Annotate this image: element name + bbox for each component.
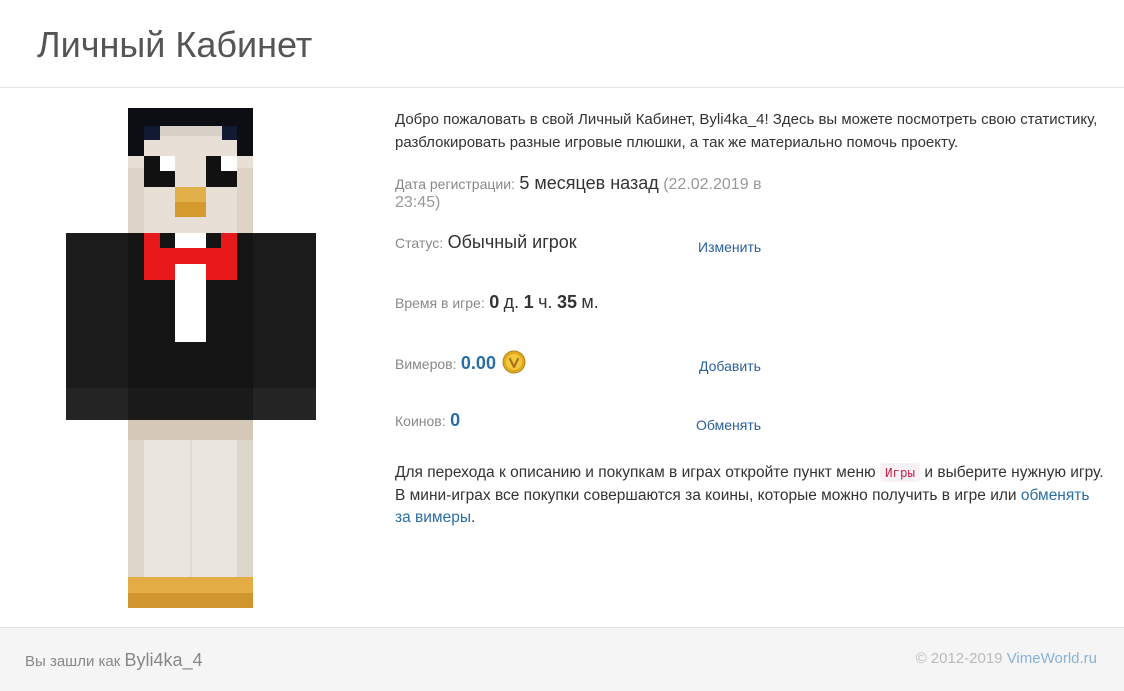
welcome-prefix: Добро пожаловать в свой Личный Кабинет, <box>395 111 700 128</box>
vimers-value: 0.00 <box>460 353 496 373</box>
playtime-label: Время в игре: <box>395 295 485 311</box>
page-header: Личный Кабинет <box>0 0 1124 88</box>
vimers-label: Вимеров: <box>395 356 457 372</box>
footer-username: Byli4ka_4 <box>124 650 203 670</box>
welcome-text: Добро пожаловать в свой Личный Кабинет, … <box>395 108 1105 154</box>
site-link[interactable]: VimeWorld.ru <box>1007 650 1097 667</box>
playtime-days: 0 <box>489 292 500 312</box>
info-part3: . <box>470 509 476 526</box>
exchange-coins-link[interactable]: Обменять <box>696 417 761 433</box>
info-text: Для перехода к описанию и покупкам в игр… <box>395 462 1105 530</box>
registration-label: Дата регистрации: <box>395 176 515 192</box>
playtime-hours: 1 <box>523 292 534 312</box>
info-part1: Для перехода к описанию и покупкам в игр… <box>395 464 876 481</box>
registration-row: Дата регистрации: 5 месяцев назад (22.02… <box>395 173 795 211</box>
registration-value: 5 месяцев назад <box>519 173 659 193</box>
playtime-minutes: 35 <box>556 292 577 312</box>
coins-value: 0 <box>450 410 461 430</box>
playtime-hours-unit: ч. <box>538 292 553 312</box>
playtime-minutes-unit: м. <box>581 292 599 312</box>
status-label: Статус: <box>395 235 444 251</box>
copyright: © 2012-2019 VimeWorld.ru <box>916 650 1097 667</box>
add-vimers-link[interactable]: Добавить <box>699 358 761 374</box>
logged-in-label: Вы зашли как <box>25 653 121 670</box>
page-footer: Вы зашли как Byli4ka_4 © 2012-2019 VimeW… <box>0 627 1124 691</box>
skin-image <box>66 108 316 608</box>
logged-in-as: Вы зашли как Byli4ka_4 <box>25 650 203 671</box>
playtime-days-unit: д. <box>503 292 520 312</box>
copyright-years: © 2012-2019 <box>915 650 1003 667</box>
status-value: Обычный игрок <box>447 232 577 252</box>
playtime-row: Время в игре: 0 д. 1 ч. 35 м. <box>395 292 795 322</box>
vimer-coin-icon <box>502 350 526 379</box>
change-status-link[interactable]: Изменить <box>698 239 761 255</box>
page-title: Личный Кабинет <box>37 24 313 65</box>
menu-item-games-code: Игры <box>879 463 921 482</box>
coins-label: Коинов: <box>395 413 446 429</box>
welcome-username: Byli4ka_4 <box>699 111 765 128</box>
player-skin-avatar <box>66 108 316 608</box>
